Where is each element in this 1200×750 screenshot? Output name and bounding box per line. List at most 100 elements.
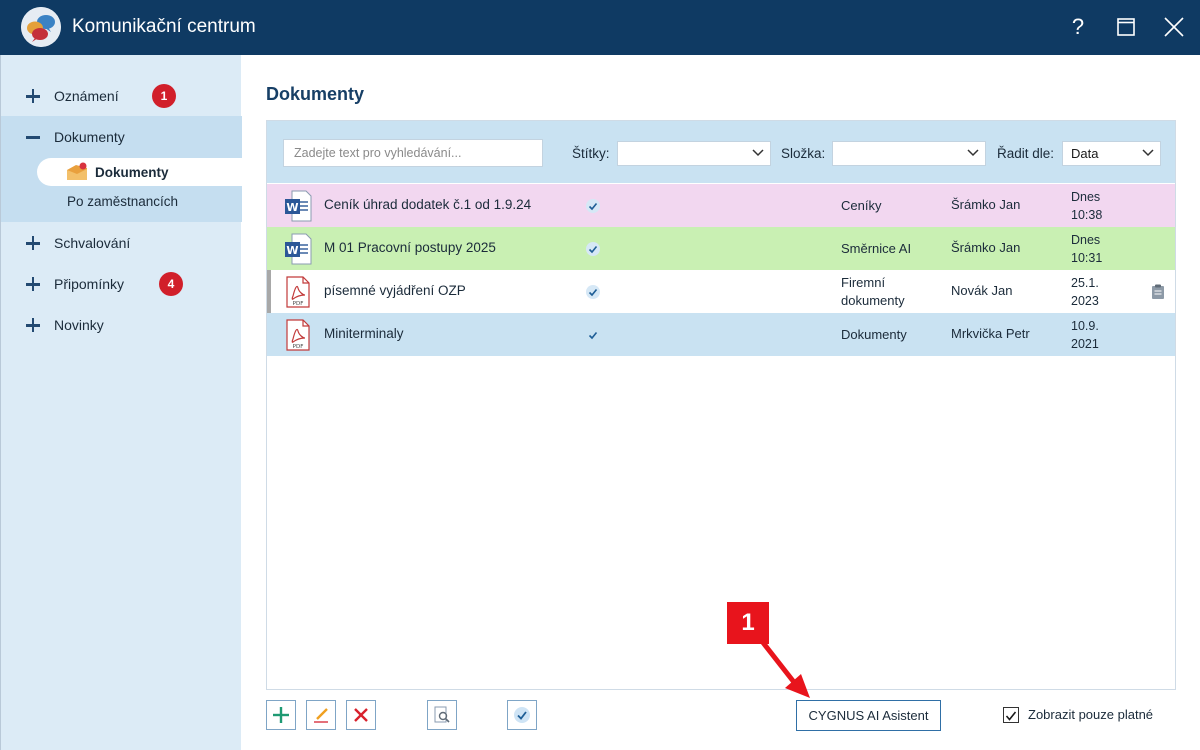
notification-badge: 4 xyxy=(159,272,183,296)
document-author: Novák Jan xyxy=(951,283,1013,298)
filter-bar: Štítky: Složka: Řadit dle: Data xyxy=(267,121,1175,183)
clipboard-icon[interactable] xyxy=(1151,284,1165,300)
folder-select[interactable] xyxy=(832,141,986,166)
tags-label: Štítky: xyxy=(572,146,610,161)
sort-select-value: Data xyxy=(1071,146,1099,161)
sidebar-item-dokumenty[interactable]: Dokumenty xyxy=(1,117,242,157)
check-icon xyxy=(586,199,600,213)
confirm-read-button[interactable] xyxy=(507,700,537,730)
chevron-down-icon xyxy=(1142,149,1154,157)
document-name: Miniterminaly xyxy=(324,326,404,341)
delete-button[interactable] xyxy=(346,700,376,730)
document-folder: Směrnice AI xyxy=(841,240,941,258)
table-row[interactable]: W M 01 Pracovní postupy 2025 Směrnice AI… xyxy=(267,227,1175,270)
sidebar-item-label: Schvalování xyxy=(54,235,131,251)
sidebar-item-pripominky[interactable]: Připomínky 4 xyxy=(1,264,242,304)
sidebar-subitem-dokumenty[interactable]: Dokumenty xyxy=(37,158,242,186)
folder-line: Směrnice AI xyxy=(841,241,912,256)
check-icon xyxy=(586,285,600,299)
document-author: Mrkvička Petr xyxy=(951,326,1030,341)
time-line: 10:38 xyxy=(1071,208,1103,222)
sidebar-item-novinky[interactable]: Novinky xyxy=(1,305,242,345)
pdf-document-icon: PDF xyxy=(286,319,310,351)
row-marker xyxy=(267,270,271,313)
show-valid-label: Zobrazit pouze platné xyxy=(1028,707,1154,722)
date-line: 25.1. xyxy=(1071,276,1099,290)
close-icon xyxy=(1164,17,1184,37)
plus-icon xyxy=(26,277,40,291)
minus-icon xyxy=(26,130,40,144)
sidebar-item-label: Novinky xyxy=(54,317,104,333)
sort-label: Řadit dle: xyxy=(997,146,1055,161)
edit-button[interactable] xyxy=(306,700,336,730)
preview-button[interactable] xyxy=(427,700,457,730)
maximize-button[interactable] xyxy=(1109,10,1143,44)
document-date: 10.9. 2021 xyxy=(1071,317,1121,353)
sidebar-subitem-label: Dokumenty xyxy=(95,164,169,180)
document-date: 25.1. 2023 xyxy=(1071,274,1121,310)
sidebar-item-label: Připomínky xyxy=(54,276,125,292)
check-icon xyxy=(586,242,600,256)
notification-badge: 1 xyxy=(152,84,176,108)
check-circle-icon xyxy=(514,707,530,723)
show-valid-checkbox[interactable] xyxy=(1003,707,1019,723)
folder-line: dokumenty xyxy=(841,293,905,308)
document-date: Dnes 10:38 xyxy=(1071,188,1121,224)
document-author: Šrámko Jan xyxy=(951,240,1021,255)
document-name: Ceník úhrad dodatek č.1 od 1.9.24 xyxy=(324,197,532,212)
document-author: Šrámko Jan xyxy=(951,197,1021,212)
svg-text:PDF: PDF xyxy=(293,301,304,307)
search-input[interactable] xyxy=(283,139,543,167)
date-line: 2021 xyxy=(1071,337,1099,351)
annotation-arrow-icon xyxy=(759,638,810,698)
svg-text:W: W xyxy=(286,244,298,257)
pencil-icon xyxy=(314,708,328,723)
sidebar-subitem-po-zamestnancich[interactable]: Po zaměstnancích xyxy=(67,194,178,209)
folder-label: Složka: xyxy=(781,146,826,161)
time-line: 10:31 xyxy=(1071,251,1103,265)
close-button[interactable] xyxy=(1157,10,1191,44)
svg-text:PDF: PDF xyxy=(293,344,304,350)
delete-x-icon xyxy=(354,708,368,722)
ai-assistant-button[interactable]: CYGNUS AI Asistent xyxy=(796,700,941,731)
table-row[interactable]: PDF Miniterminaly Dokumenty Mrkvička Pet… xyxy=(267,313,1175,356)
table-row[interactable]: W Ceník úhrad dodatek č.1 od 1.9.24 Cení… xyxy=(267,184,1175,227)
folder-line: Ceníky xyxy=(841,198,882,213)
sidebar-item-label: Oznámení xyxy=(54,88,119,104)
sidebar: Oznámení 1 Dokumenty Dokumenty Po zaměst… xyxy=(0,55,242,750)
title-bar: Komunikační centrum ? xyxy=(0,0,1200,55)
svg-text:W: W xyxy=(286,201,298,214)
check-icon xyxy=(588,331,598,340)
help-button[interactable]: ? xyxy=(1061,10,1095,44)
document-folder: Dokumenty xyxy=(841,326,941,344)
plus-icon xyxy=(273,707,289,723)
date-line: 10.9. xyxy=(1071,319,1099,333)
app-logo-icon xyxy=(21,7,61,47)
plus-icon xyxy=(26,236,40,250)
sort-select[interactable]: Data xyxy=(1062,141,1161,166)
document-search-icon xyxy=(434,706,450,723)
tags-select[interactable] xyxy=(617,141,771,166)
checkmark-icon xyxy=(1005,711,1017,721)
document-folder: Ceníky xyxy=(841,197,941,215)
table-row[interactable]: PDF písemné vyjádření OZP Firemní dokume… xyxy=(267,270,1175,313)
word-document-icon: W xyxy=(285,233,312,265)
document-folder: Firemní dokumenty xyxy=(841,274,941,310)
date-line: 2023 xyxy=(1071,294,1099,308)
document-name: písemné vyjádření OZP xyxy=(324,283,466,298)
plus-icon xyxy=(26,318,40,332)
window-title: Komunikační centrum xyxy=(72,16,256,37)
date-line: Dnes xyxy=(1071,190,1101,204)
documents-folder-icon xyxy=(67,162,87,180)
pdf-document-icon: PDF xyxy=(286,276,310,308)
sidebar-item-oznameni[interactable]: Oznámení 1 xyxy=(1,76,242,116)
word-document-icon: W xyxy=(285,190,312,222)
chevron-down-icon xyxy=(752,149,764,157)
add-button[interactable] xyxy=(266,700,296,730)
page-title: Dokumenty xyxy=(266,84,365,104)
sidebar-item-schvalovani[interactable]: Schvalování xyxy=(1,223,242,263)
documents-panel: Štítky: Složka: Řadit dle: Data W Ceník … xyxy=(266,120,1176,690)
document-date: Dnes 10:31 xyxy=(1071,231,1121,267)
sidebar-item-label: Dokumenty xyxy=(54,129,125,145)
folder-line: Firemní xyxy=(841,275,886,290)
